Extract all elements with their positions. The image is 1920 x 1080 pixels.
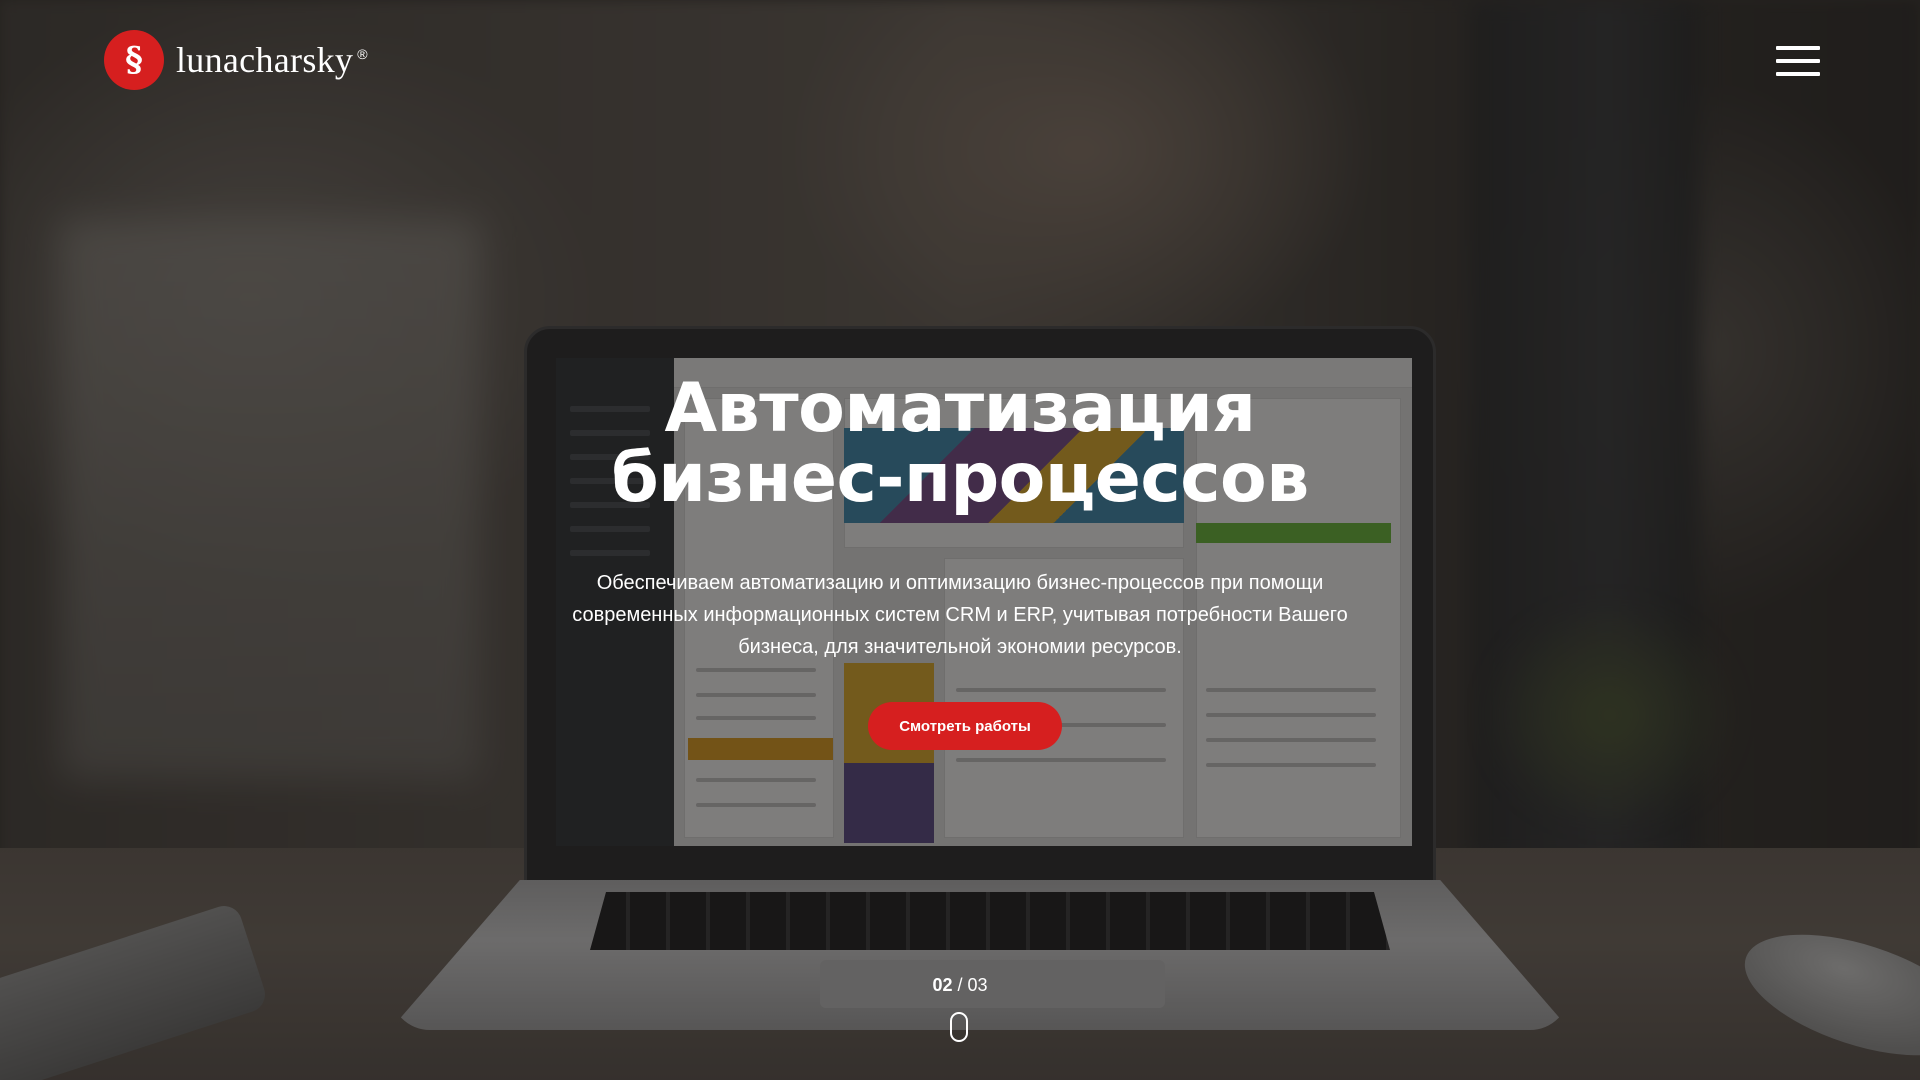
slide-total: 03 xyxy=(967,975,988,995)
hero-title: Автоматизация бизнес-процессов xyxy=(460,374,1460,514)
slide-current: 02 xyxy=(932,975,953,995)
dark-overlay xyxy=(0,0,1920,1080)
hamburger-menu-icon[interactable] xyxy=(1776,46,1820,76)
menu-bar xyxy=(1776,59,1820,63)
view-works-button[interactable]: Смотреть работы xyxy=(868,702,1062,750)
logo-wordmark: lunacharsky xyxy=(176,40,354,80)
hero-title-line-1: Автоматизация xyxy=(664,369,1256,448)
slide-separator: / xyxy=(957,975,963,995)
mouse-scroll-icon[interactable] xyxy=(950,1012,968,1042)
menu-bar xyxy=(1776,72,1820,76)
slide-counter: 02 / 03 xyxy=(910,975,1010,996)
hero-subtitle: Обеспечиваем автоматизацию и оптимизацию… xyxy=(572,572,1348,658)
registered-mark: ® xyxy=(357,46,368,62)
logo-icon: § xyxy=(104,30,164,90)
menu-bar xyxy=(1776,46,1820,50)
hero-background-image xyxy=(0,0,1920,1080)
site-logo[interactable]: § lunacharsky ® xyxy=(104,30,368,90)
hero-title-line-2: бизнес-процессов xyxy=(611,439,1309,518)
